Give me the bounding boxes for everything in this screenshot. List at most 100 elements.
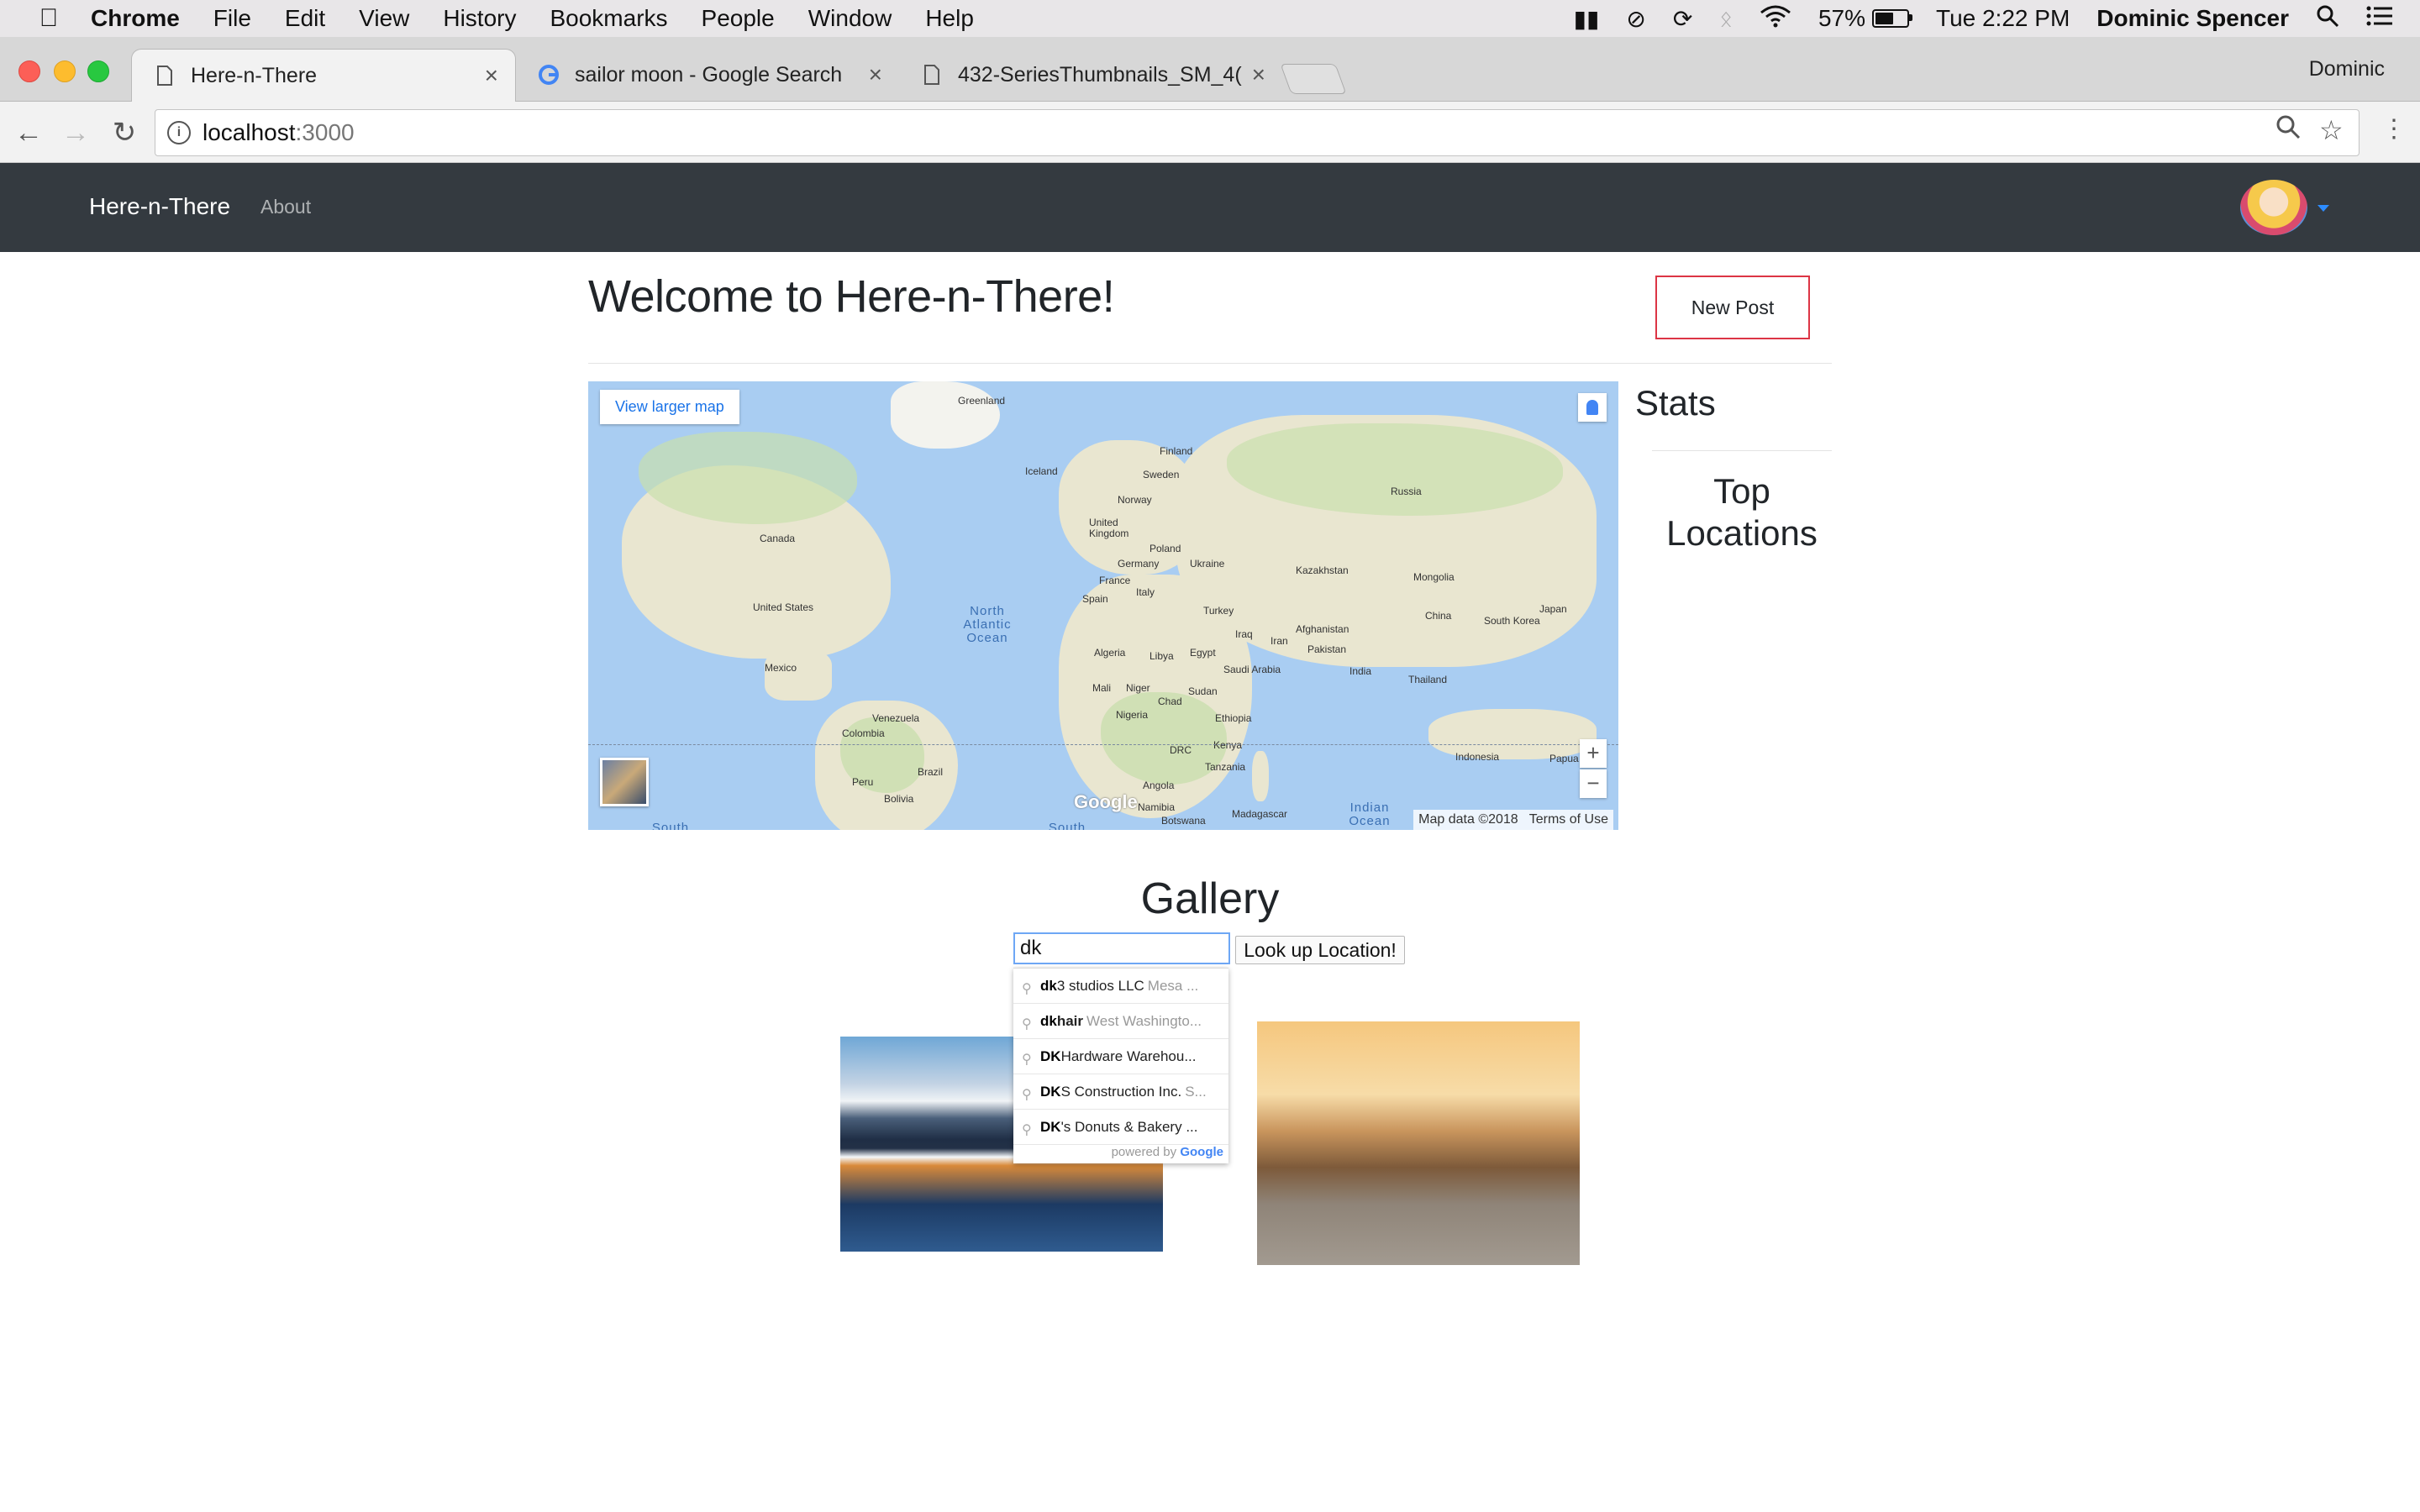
autocomplete-item[interactable]: ⚲ dk 3 studios LLC Mesa ... <box>1013 969 1228 1004</box>
autocomplete-item[interactable]: ⚲ DK S Construction Inc. S... <box>1013 1074 1228 1110</box>
battery-fill <box>1876 13 1893 24</box>
window-zoom-button[interactable] <box>87 60 109 82</box>
map-label: United States <box>753 601 814 613</box>
map-label: Kenya <box>1213 739 1243 751</box>
back-arrow-icon[interactable]: ← <box>12 116 45 150</box>
tab-close-icon[interactable]: × <box>485 62 498 89</box>
location-search-input[interactable]: dk <box>1013 932 1230 964</box>
wifi-icon[interactable] <box>1760 4 1791 34</box>
new-post-button[interactable]: New Post <box>1655 276 1810 339</box>
forward-arrow-icon[interactable]: → <box>59 116 92 150</box>
window-minimize-button[interactable] <box>54 60 76 82</box>
menu-edit[interactable]: Edit <box>285 5 325 32</box>
notification-center-icon[interactable] <box>2366 5 2393 33</box>
autocomplete-name: 's Donuts & Bakery ... <box>1060 1118 1198 1135</box>
url-port: :3000 <box>295 119 355 145</box>
google-map-logo: Google <box>1074 791 1138 812</box>
map-label: Afghanistan <box>1296 623 1349 635</box>
map-label: Pakistan <box>1307 643 1347 655</box>
map-label: Iraq <box>1235 628 1253 640</box>
view-larger-map-link[interactable]: View larger map <box>600 390 739 424</box>
stats-heading: Stats <box>1635 383 1716 423</box>
autocomplete-match: dk <box>1040 977 1057 994</box>
menu-window[interactable]: Window <box>808 5 892 32</box>
zoom-in-button[interactable]: + <box>1580 739 1607 768</box>
tab-close-icon[interactable]: × <box>869 61 882 88</box>
autocomplete-item[interactable]: ⚲ DK's Donuts & Bakery ... <box>1013 1110 1228 1145</box>
menu-history[interactable]: History <box>443 5 516 32</box>
map-label: Saudi Arabia <box>1223 664 1281 675</box>
tab-series-thumbnails[interactable]: 432-SeriesThumbnails_SM_4( × <box>899 49 1282 101</box>
nav-about-link[interactable]: About <box>260 196 311 218</box>
user-avatar[interactable] <box>2240 180 2307 235</box>
map-label: DRC <box>1170 744 1192 756</box>
bars-status-icon[interactable]: ▮▮ <box>1574 5 1600 33</box>
battery-indicator[interactable]: 57% <box>1818 5 1912 32</box>
powered-by-google-logo: Google <box>1180 1145 1223 1159</box>
reload-icon[interactable]: ↻ <box>108 116 141 150</box>
autocomplete-name: Hardware Warehou... <box>1060 1047 1197 1064</box>
map-label: Algeria <box>1094 647 1126 659</box>
google-favicon-icon <box>538 64 560 86</box>
street-view-pegman-icon[interactable] <box>1578 393 1607 422</box>
site-navbar <box>0 163 2420 252</box>
zoom-out-button[interactable]: − <box>1580 769 1607 798</box>
user-name[interactable]: Dominic Spencer <box>2096 5 2289 32</box>
chrome-profile-name[interactable]: Dominic <box>2309 57 2385 81</box>
new-tab-button[interactable] <box>1280 64 1347 94</box>
map-terms-link[interactable]: Terms of Use <box>1529 812 1608 827</box>
site-brand[interactable]: Here-n-There <box>89 193 230 220</box>
apple-menu-icon[interactable]:  <box>32 4 66 33</box>
address-bar[interactable]: i localhost:3000 <box>155 109 2360 156</box>
map-label: Thailand <box>1408 674 1448 685</box>
window-close-button[interactable] <box>18 60 40 82</box>
satellite-toggle-thumbnail[interactable] <box>600 758 649 806</box>
autocomplete-item[interactable]: ⚲ dk hair West Washingto... <box>1013 1004 1228 1039</box>
menu-bookmarks[interactable]: Bookmarks <box>550 5 667 32</box>
map-pin-icon: ⚲ <box>1022 981 1032 996</box>
menu-people[interactable]: People <box>702 5 775 32</box>
look-up-location-button[interactable]: Look up Location! <box>1235 936 1405 964</box>
tab-title: 432-SeriesThumbnails_SM_4( <box>958 62 1242 87</box>
zoom-magnifier-icon[interactable] <box>2275 114 2301 146</box>
tab-here-n-there[interactable]: Here-n-There × <box>131 49 516 102</box>
gallery-image-city-street[interactable] <box>1257 1021 1580 1265</box>
map-label: Papua <box>1549 753 1579 764</box>
map-label: China <box>1425 610 1452 622</box>
no-entry-status-icon[interactable]: ⊘ <box>1626 5 1645 33</box>
bluetooth-icon[interactable]: ᛟ <box>1719 6 1733 32</box>
map-land-greenland <box>891 381 1000 449</box>
chrome-menu-icon[interactable]: ⋮ <box>2381 114 2407 144</box>
tab-sailor-moon-search[interactable]: sailor moon - Google Search × <box>516 49 899 101</box>
map-data-text: Map data ©2018 <box>1418 812 1518 827</box>
menu-view[interactable]: View <box>359 5 409 32</box>
page-icon <box>154 65 176 87</box>
map-label: Ukraine <box>1190 558 1225 570</box>
tab-close-icon[interactable]: × <box>1252 61 1265 88</box>
map-label: Mali <box>1092 682 1112 694</box>
site-info-icon[interactable]: i <box>167 121 191 144</box>
menu-file[interactable]: File <box>213 5 251 32</box>
autocomplete-item[interactable]: ⚲ DK Hardware Warehou... <box>1013 1039 1228 1074</box>
swirl-status-icon[interactable]: ⟳ <box>1673 5 1692 33</box>
map-pin-icon: ⚲ <box>1022 1122 1032 1137</box>
spotlight-search-icon[interactable] <box>2316 4 2339 34</box>
autocomplete-secondary: West Washingto... <box>1086 1012 1202 1029</box>
menu-app-chrome[interactable]: Chrome <box>91 5 180 32</box>
map-land-indonesia <box>1428 709 1597 759</box>
autocomplete-dropdown: ⚲ dk 3 studios LLC Mesa ... ⚲ dk hair West … <box>1013 968 1228 1163</box>
avatar-dropdown-caret-icon[interactable] <box>2317 205 2329 212</box>
map-label: Russia <box>1391 486 1422 497</box>
autocomplete-match: dk <box>1040 1012 1057 1029</box>
map-label: Italy <box>1136 586 1155 598</box>
autocomplete-name: hair <box>1056 1012 1084 1029</box>
bookmark-star-icon[interactable]: ☆ <box>2319 114 2344 146</box>
menu-help[interactable]: Help <box>925 5 974 32</box>
map-label: Namibia <box>1138 801 1176 813</box>
map-label: Mongolia <box>1413 571 1455 583</box>
powered-by-google: powered by Google <box>1013 1145 1228 1163</box>
clock[interactable]: Tue 2:22 PM <box>1936 5 2070 32</box>
map-label: Brazil <box>918 766 944 778</box>
world-map-embed[interactable]: Greenland Iceland Finland Sweden Norway … <box>588 381 1618 830</box>
map-label: Finland <box>1160 445 1193 457</box>
